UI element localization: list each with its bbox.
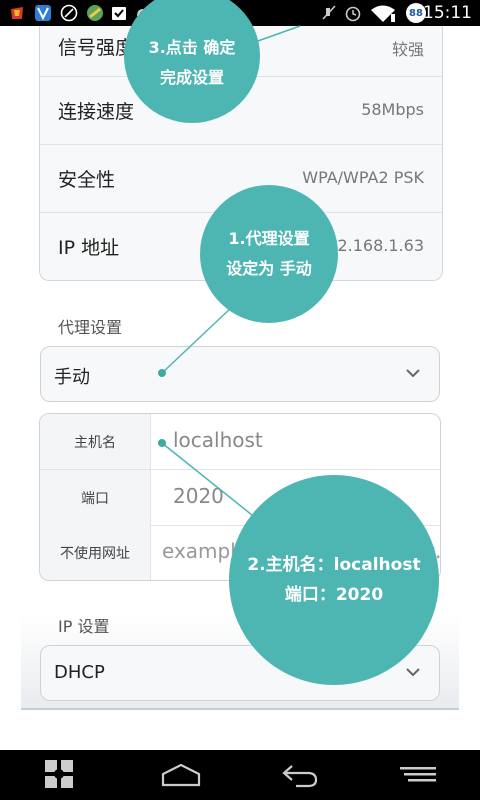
step2-anchor-dot bbox=[158, 439, 166, 447]
step2-line2: 端口：2020 bbox=[284, 585, 384, 605]
step3-line1: 3.点击 确定 bbox=[148, 38, 236, 57]
step1-annotation: 1.代理设置 设定为 手动 bbox=[200, 185, 338, 323]
home-icon[interactable] bbox=[160, 762, 202, 792]
step2-connector bbox=[161, 442, 263, 524]
step3-line2: 完成设置 bbox=[159, 68, 224, 87]
step3-connector bbox=[254, 25, 301, 43]
navigation-bar bbox=[0, 750, 480, 800]
back-icon[interactable] bbox=[280, 763, 320, 793]
step2-line1: 2.主机名：localhost bbox=[247, 555, 421, 575]
menu-icon[interactable] bbox=[398, 766, 438, 790]
step1-connector bbox=[161, 306, 233, 374]
step1-line1: 1.代理设置 bbox=[228, 229, 310, 248]
recent-apps-icon[interactable] bbox=[44, 759, 74, 793]
step1-line2: 设定为 手动 bbox=[226, 259, 312, 278]
annotation-connectors bbox=[161, 25, 301, 524]
step1-anchor-dot bbox=[158, 369, 166, 377]
step2-annotation: 2.主机名：localhost 端口：2020 bbox=[229, 475, 439, 685]
